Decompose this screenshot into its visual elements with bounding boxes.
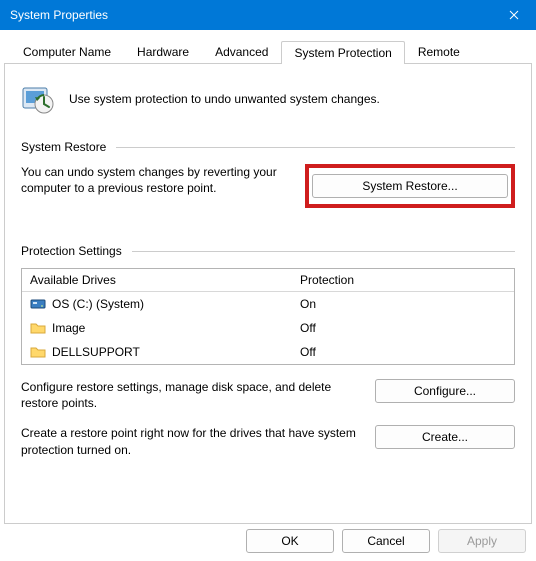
folder-icon (30, 345, 46, 359)
configure-text: Configure restore settings, manage disk … (21, 379, 359, 411)
table-row[interactable]: DELLSUPPORT Off (22, 340, 514, 364)
divider (132, 251, 515, 252)
col-header-protection[interactable]: Protection (292, 269, 514, 291)
system-protection-icon (21, 82, 55, 116)
drive-name: Image (52, 321, 85, 335)
protection-settings-title: Protection Settings (21, 244, 122, 258)
drive-name: OS (C:) (System) (52, 297, 144, 311)
drive-protection: Off (292, 341, 514, 363)
tab-bar: Computer Name Hardware Advanced System P… (4, 40, 532, 64)
drive-protection: On (292, 293, 514, 315)
content-area: Computer Name Hardware Advanced System P… (0, 30, 536, 524)
tab-advanced[interactable]: Advanced (202, 40, 281, 63)
system-restore-text: You can undo system changes by reverting… (21, 164, 295, 196)
protection-settings-header: Protection Settings (21, 244, 515, 258)
create-row: Create a restore point right now for the… (21, 425, 515, 457)
system-restore-button[interactable]: System Restore... (312, 174, 508, 198)
drive-protection: Off (292, 317, 514, 339)
divider (116, 147, 515, 148)
intro-row: Use system protection to undo unwanted s… (21, 82, 515, 116)
configure-button[interactable]: Configure... (375, 379, 515, 403)
close-icon (509, 10, 519, 20)
tab-remote[interactable]: Remote (405, 40, 473, 63)
create-button[interactable]: Create... (375, 425, 515, 449)
table-row[interactable]: Image Off (22, 316, 514, 340)
titlebar: System Properties (0, 0, 536, 30)
system-restore-row: You can undo system changes by reverting… (21, 164, 515, 208)
system-restore-title: System Restore (21, 140, 106, 154)
drive-name: DELLSUPPORT (52, 345, 140, 359)
window-title: System Properties (10, 8, 108, 22)
intro-text: Use system protection to undo unwanted s… (69, 92, 380, 106)
tab-hardware[interactable]: Hardware (124, 40, 202, 63)
tab-computer-name[interactable]: Computer Name (10, 40, 124, 63)
ok-button[interactable]: OK (246, 529, 334, 553)
drives-table-header: Available Drives Protection (22, 269, 514, 292)
highlight-box: System Restore... (305, 164, 515, 208)
tab-panel: Use system protection to undo unwanted s… (4, 64, 532, 524)
cancel-button[interactable]: Cancel (342, 529, 430, 553)
create-text: Create a restore point right now for the… (21, 425, 359, 457)
folder-icon (30, 321, 46, 335)
table-row[interactable]: OS (C:) (System) On (22, 292, 514, 316)
configure-row: Configure restore settings, manage disk … (21, 379, 515, 411)
apply-button[interactable]: Apply (438, 529, 526, 553)
col-header-drives[interactable]: Available Drives (22, 269, 292, 291)
dialog-buttons: OK Cancel Apply (246, 529, 526, 553)
disk-icon (30, 297, 46, 311)
drives-table: Available Drives Protection OS (C:) (Sys… (21, 268, 515, 365)
system-restore-header: System Restore (21, 140, 515, 154)
tab-system-protection[interactable]: System Protection (281, 41, 404, 64)
close-button[interactable] (492, 0, 536, 30)
